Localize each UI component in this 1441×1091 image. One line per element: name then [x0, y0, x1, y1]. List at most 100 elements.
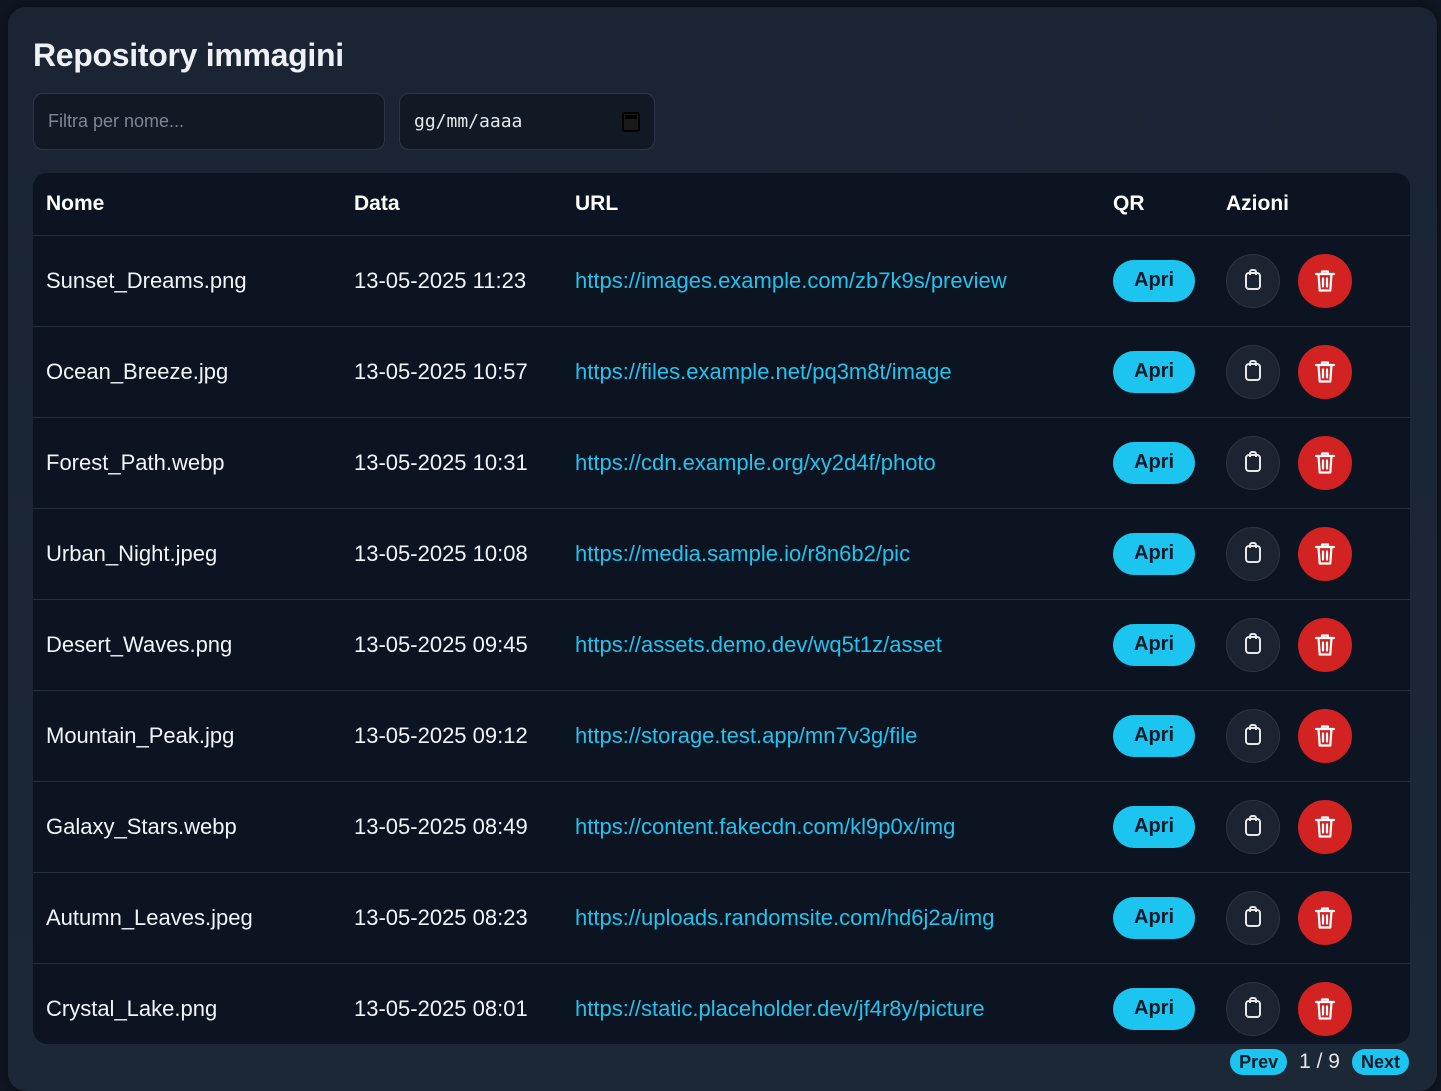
copy-button[interactable]: [1226, 617, 1280, 672]
copy-button[interactable]: [1226, 890, 1280, 945]
copy-icon: [1245, 814, 1261, 836]
row-actions: [1226, 708, 1397, 763]
copy-icon: [1245, 905, 1261, 927]
image-date-cell: 13-05-2025 11:23: [341, 234, 562, 326]
delete-button[interactable]: [1298, 435, 1352, 490]
image-name: Sunset_Dreams.png: [46, 267, 247, 293]
image-date-cell: 13-05-2025 09:12: [341, 689, 562, 781]
table-row: Crystal_Lake.png 13-05-2025 08:01 https:…: [33, 962, 1410, 1044]
actions-cell: [1213, 780, 1410, 872]
image-url-cell: https://static.placeholder.dev/jf4r8y/pi…: [562, 962, 1100, 1044]
image-url-link[interactable]: https://cdn.example.org/xy2d4f/photo: [575, 450, 936, 475]
image-name-cell: Sunset_Dreams.png: [33, 234, 341, 326]
trash-icon: [1314, 542, 1336, 565]
delete-button[interactable]: [1298, 617, 1352, 672]
image-url-link[interactable]: https://static.placeholder.dev/jf4r8y/pi…: [575, 996, 985, 1021]
row-actions: [1226, 890, 1397, 945]
copy-button[interactable]: [1226, 799, 1280, 854]
images-table: Nome Data URL QR Azioni Sunset_Dreams.pn…: [33, 173, 1410, 1044]
actions-cell: [1213, 598, 1410, 690]
image-date: 13-05-2025 09:12: [354, 722, 528, 748]
image-date: 13-05-2025 10:31: [354, 449, 528, 475]
image-url-cell: https://content.fakecdn.com/kl9p0x/img: [562, 780, 1100, 872]
actions-cell: [1213, 234, 1410, 326]
image-url-link[interactable]: https://files.example.net/pq3m8t/image: [575, 359, 952, 384]
delete-button[interactable]: [1298, 708, 1352, 763]
qr-cell: Apri: [1100, 780, 1213, 872]
qr-open-button[interactable]: Apri: [1113, 532, 1195, 575]
image-url-cell: https://images.example.com/zb7k9s/previe…: [562, 234, 1100, 326]
repository-panel: Repository immagini gg/mm/aaaa Nome Data…: [8, 7, 1437, 1091]
image-date-cell: 13-05-2025 10:31: [341, 416, 562, 508]
image-url-link[interactable]: https://uploads.randomsite.com/hd6j2a/im…: [575, 905, 994, 930]
image-date: 13-05-2025 08:23: [354, 904, 528, 930]
qr-open-button[interactable]: Apri: [1113, 987, 1195, 1030]
image-url-link[interactable]: https://assets.demo.dev/wq5t1z/asset: [575, 632, 942, 657]
image-name-cell: Desert_Waves.png: [33, 598, 341, 690]
trash-icon: [1314, 724, 1336, 747]
trash-icon: [1314, 998, 1336, 1020]
image-date: 13-05-2025 09:45: [354, 631, 528, 657]
copy-button[interactable]: [1226, 526, 1280, 581]
copy-button[interactable]: [1226, 435, 1280, 490]
qr-open-button[interactable]: Apri: [1113, 805, 1195, 848]
image-name: Ocean_Breeze.jpg: [46, 358, 229, 384]
image-name-cell: Crystal_Lake.png: [33, 962, 341, 1044]
image-url-link[interactable]: https://storage.test.app/mn7v3g/file: [575, 723, 917, 748]
image-url-cell: https://uploads.randomsite.com/hd6j2a/im…: [562, 871, 1100, 963]
delete-button[interactable]: [1298, 526, 1352, 581]
next-button[interactable]: Next: [1351, 1049, 1409, 1075]
delete-button[interactable]: [1298, 253, 1352, 308]
table-row: Sunset_Dreams.png 13-05-2025 11:23 https…: [33, 234, 1410, 326]
copy-button[interactable]: [1226, 253, 1280, 308]
table-row: Forest_Path.webp 13-05-2025 10:31 https:…: [33, 416, 1410, 508]
row-actions: [1226, 253, 1397, 308]
image-name-cell: Galaxy_Stars.webp: [33, 780, 341, 872]
qr-cell: Apri: [1100, 871, 1213, 963]
row-actions: [1226, 617, 1397, 672]
qr-open-button[interactable]: Apri: [1113, 896, 1195, 939]
delete-button[interactable]: [1298, 890, 1352, 945]
date-filter-input[interactable]: gg/mm/aaaa: [399, 93, 655, 150]
delete-button[interactable]: [1298, 981, 1352, 1036]
qr-open-button[interactable]: Apri: [1113, 259, 1195, 302]
prev-button[interactable]: Prev: [1230, 1049, 1288, 1075]
qr-open-button[interactable]: Apri: [1113, 441, 1195, 484]
copy-button[interactable]: [1226, 344, 1280, 399]
image-date: 13-05-2025 11:23: [354, 267, 527, 293]
qr-open-button[interactable]: Apri: [1113, 350, 1195, 393]
qr-cell: Apri: [1100, 689, 1213, 781]
image-date-cell: 13-05-2025 09:45: [341, 598, 562, 690]
copy-button[interactable]: [1226, 708, 1280, 763]
image-url-link[interactable]: https://media.sample.io/r8n6b2/pic: [575, 541, 910, 566]
trash-icon: [1314, 269, 1336, 292]
qr-open-button[interactable]: Apri: [1113, 714, 1195, 757]
image-url-cell: https://storage.test.app/mn7v3g/file: [562, 689, 1100, 781]
image-name: Autumn_Leaves.jpeg: [46, 904, 253, 930]
copy-icon: [1245, 541, 1261, 563]
image-url-cell: https://media.sample.io/r8n6b2/pic: [562, 507, 1100, 599]
image-url-link[interactable]: https://content.fakecdn.com/kl9p0x/img: [575, 814, 955, 839]
name-filter-input[interactable]: [33, 93, 385, 150]
image-name: Forest_Path.webp: [46, 449, 225, 475]
pagination: Prev 1 / 9 Next: [1230, 1049, 1409, 1075]
date-filter-placeholder: gg/mm/aaaa: [414, 111, 523, 132]
image-name-cell: Autumn_Leaves.jpeg: [33, 871, 341, 963]
image-name: Urban_Night.jpeg: [46, 540, 218, 566]
trash-icon: [1314, 906, 1336, 929]
delete-button[interactable]: [1298, 344, 1352, 399]
trash-icon: [1314, 360, 1336, 383]
page-title: Repository immagini: [33, 37, 344, 73]
copy-icon: [1245, 359, 1261, 381]
calendar-icon[interactable]: [622, 111, 640, 132]
image-name: Mountain_Peak.jpg: [46, 722, 235, 748]
image-name-cell: Mountain_Peak.jpg: [33, 689, 341, 781]
delete-button[interactable]: [1298, 799, 1352, 854]
image-url-cell: https://assets.demo.dev/wq5t1z/asset: [562, 598, 1100, 690]
image-name: Desert_Waves.png: [46, 631, 233, 657]
header-qr: QR: [1113, 191, 1145, 215]
image-date: 13-05-2025 10:57: [354, 358, 528, 384]
qr-open-button[interactable]: Apri: [1113, 623, 1195, 666]
copy-button[interactable]: [1226, 981, 1280, 1036]
image-url-link[interactable]: https://images.example.com/zb7k9s/previe…: [575, 268, 1007, 293]
